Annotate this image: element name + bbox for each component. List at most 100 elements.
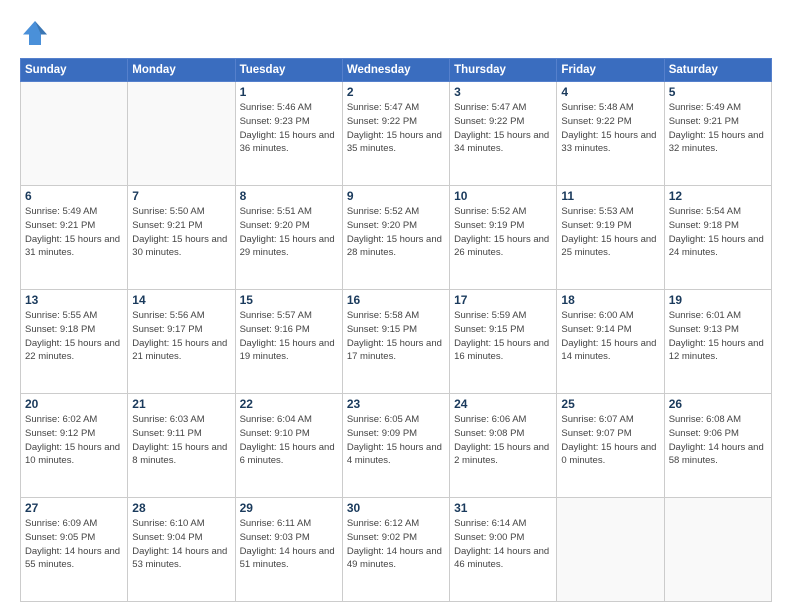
day-info: Sunrise: 6:01 AMSunset: 9:13 PMDaylight:…	[669, 309, 767, 364]
calendar-cell: 24 Sunrise: 6:06 AMSunset: 9:08 PMDayligh…	[450, 394, 557, 498]
calendar-cell: 2 Sunrise: 5:47 AMSunset: 9:22 PMDaylight…	[342, 82, 449, 186]
day-info: Sunrise: 6:10 AMSunset: 9:04 PMDaylight:…	[132, 517, 230, 572]
day-number: 23	[347, 397, 445, 411]
day-number: 5	[669, 85, 767, 99]
day-info: Sunrise: 6:05 AMSunset: 9:09 PMDaylight:…	[347, 413, 445, 468]
day-number: 12	[669, 189, 767, 203]
calendar-cell	[21, 82, 128, 186]
day-number: 29	[240, 501, 338, 515]
day-info: Sunrise: 6:07 AMSunset: 9:07 PMDaylight:…	[561, 413, 659, 468]
day-info: Sunrise: 6:14 AMSunset: 9:00 PMDaylight:…	[454, 517, 552, 572]
day-number: 21	[132, 397, 230, 411]
day-number: 22	[240, 397, 338, 411]
day-number: 26	[669, 397, 767, 411]
calendar-cell: 1 Sunrise: 5:46 AMSunset: 9:23 PMDaylight…	[235, 82, 342, 186]
calendar-cell: 6 Sunrise: 5:49 AMSunset: 9:21 PMDaylight…	[21, 186, 128, 290]
day-info: Sunrise: 6:12 AMSunset: 9:02 PMDaylight:…	[347, 517, 445, 572]
calendar-cell: 7Sunrise: 5:50 AMSunset: 9:21 PMDaylight…	[128, 186, 235, 290]
calendar-cell: 26 Sunrise: 6:08 AMSunset: 9:06 PMDayligh…	[664, 394, 771, 498]
calendar-cell: 29 Sunrise: 6:11 AMSunset: 9:03 PMDayligh…	[235, 498, 342, 602]
day-info: Sunrise: 6:02 AMSunset: 9:12 PMDaylight:…	[25, 413, 123, 468]
day-number: 11	[561, 189, 659, 203]
calendar-cell: 12 Sunrise: 5:54 AMSunset: 9:18 PMDayligh…	[664, 186, 771, 290]
calendar-cell: 23 Sunrise: 6:05 AMSunset: 9:09 PMDayligh…	[342, 394, 449, 498]
day-info: Sunrise: 6:06 AMSunset: 9:08 PMDaylight:…	[454, 413, 552, 468]
day-info: Sunrise: 5:48 AMSunset: 9:22 PMDaylight:…	[561, 101, 659, 156]
day-number: 8	[240, 189, 338, 203]
calendar-week-row: 27 Sunrise: 6:09 AMSunset: 9:05 PMDayligh…	[21, 498, 772, 602]
day-number: 6	[25, 189, 123, 203]
day-number: 19	[669, 293, 767, 307]
calendar-header-row: SundayMondayTuesdayWednesdayThursdayFrid…	[21, 59, 772, 82]
calendar-week-row: 1 Sunrise: 5:46 AMSunset: 9:23 PMDaylight…	[21, 82, 772, 186]
day-info: Sunrise: 6:04 AMSunset: 9:10 PMDaylight:…	[240, 413, 338, 468]
col-header-thursday: Thursday	[450, 59, 557, 82]
day-info: Sunrise: 5:54 AMSunset: 9:18 PMDaylight:…	[669, 205, 767, 260]
day-info: Sunrise: 5:56 AMSunset: 9:17 PMDaylight:…	[132, 309, 230, 364]
calendar-cell: 4 Sunrise: 5:48 AMSunset: 9:22 PMDaylight…	[557, 82, 664, 186]
day-info: Sunrise: 5:49 AMSunset: 9:21 PMDaylight:…	[669, 101, 767, 156]
logo-icon	[20, 18, 50, 48]
day-number: 27	[25, 501, 123, 515]
calendar-cell: 27 Sunrise: 6:09 AMSunset: 9:05 PMDayligh…	[21, 498, 128, 602]
calendar-cell: 20 Sunrise: 6:02 AMSunset: 9:12 PMDayligh…	[21, 394, 128, 498]
day-info: Sunrise: 5:50 AMSunset: 9:21 PMDaylight:…	[132, 205, 230, 260]
calendar-cell: 31 Sunrise: 6:14 AMSunset: 9:00 PMDayligh…	[450, 498, 557, 602]
day-number: 2	[347, 85, 445, 99]
calendar-cell: 15Sunrise: 5:57 AMSunset: 9:16 PMDayligh…	[235, 290, 342, 394]
day-number: 24	[454, 397, 552, 411]
day-info: Sunrise: 5:49 AMSunset: 9:21 PMDaylight:…	[25, 205, 123, 260]
calendar-cell	[128, 82, 235, 186]
col-header-friday: Friday	[557, 59, 664, 82]
calendar-cell: 14 Sunrise: 5:56 AMSunset: 9:17 PMDayligh…	[128, 290, 235, 394]
day-number: 1	[240, 85, 338, 99]
calendar-week-row: 13Sunrise: 5:55 AMSunset: 9:18 PMDayligh…	[21, 290, 772, 394]
calendar-week-row: 6 Sunrise: 5:49 AMSunset: 9:21 PMDaylight…	[21, 186, 772, 290]
day-info: Sunrise: 6:08 AMSunset: 9:06 PMDaylight:…	[669, 413, 767, 468]
col-header-saturday: Saturday	[664, 59, 771, 82]
calendar-cell: 8Sunrise: 5:51 AMSunset: 9:20 PMDaylight…	[235, 186, 342, 290]
day-info: Sunrise: 5:52 AMSunset: 9:19 PMDaylight:…	[454, 205, 552, 260]
logo	[20, 18, 54, 48]
day-number: 16	[347, 293, 445, 307]
day-info: Sunrise: 6:09 AMSunset: 9:05 PMDaylight:…	[25, 517, 123, 572]
calendar-cell: 28 Sunrise: 6:10 AMSunset: 9:04 PMDayligh…	[128, 498, 235, 602]
header	[20, 18, 772, 48]
day-number: 9	[347, 189, 445, 203]
calendar-cell: 17 Sunrise: 5:59 AMSunset: 9:15 PMDayligh…	[450, 290, 557, 394]
calendar-cell: 25 Sunrise: 6:07 AMSunset: 9:07 PMDayligh…	[557, 394, 664, 498]
day-info: Sunrise: 5:58 AMSunset: 9:15 PMDaylight:…	[347, 309, 445, 364]
calendar-cell: 13Sunrise: 5:55 AMSunset: 9:18 PMDayligh…	[21, 290, 128, 394]
page: SundayMondayTuesdayWednesdayThursdayFrid…	[0, 0, 792, 612]
day-number: 13	[25, 293, 123, 307]
day-number: 20	[25, 397, 123, 411]
day-number: 4	[561, 85, 659, 99]
day-number: 31	[454, 501, 552, 515]
col-header-sunday: Sunday	[21, 59, 128, 82]
day-number: 14	[132, 293, 230, 307]
day-info: Sunrise: 6:03 AMSunset: 9:11 PMDaylight:…	[132, 413, 230, 468]
day-number: 25	[561, 397, 659, 411]
calendar-cell: 3 Sunrise: 5:47 AMSunset: 9:22 PMDaylight…	[450, 82, 557, 186]
day-number: 28	[132, 501, 230, 515]
calendar-cell: 11 Sunrise: 5:53 AMSunset: 9:19 PMDayligh…	[557, 186, 664, 290]
day-number: 18	[561, 293, 659, 307]
day-info: Sunrise: 5:47 AMSunset: 9:22 PMDaylight:…	[454, 101, 552, 156]
calendar-cell: 18 Sunrise: 6:00 AMSunset: 9:14 PMDayligh…	[557, 290, 664, 394]
col-header-tuesday: Tuesday	[235, 59, 342, 82]
calendar-cell: 10Sunrise: 5:52 AMSunset: 9:19 PMDayligh…	[450, 186, 557, 290]
day-info: Sunrise: 5:59 AMSunset: 9:15 PMDaylight:…	[454, 309, 552, 364]
day-number: 15	[240, 293, 338, 307]
calendar-cell: 9Sunrise: 5:52 AMSunset: 9:20 PMDaylight…	[342, 186, 449, 290]
day-info: Sunrise: 5:46 AMSunset: 9:23 PMDaylight:…	[240, 101, 338, 156]
calendar-cell: 30 Sunrise: 6:12 AMSunset: 9:02 PMDayligh…	[342, 498, 449, 602]
calendar-cell: 19 Sunrise: 6:01 AMSunset: 9:13 PMDayligh…	[664, 290, 771, 394]
day-info: Sunrise: 6:00 AMSunset: 9:14 PMDaylight:…	[561, 309, 659, 364]
day-info: Sunrise: 5:53 AMSunset: 9:19 PMDaylight:…	[561, 205, 659, 260]
day-number: 30	[347, 501, 445, 515]
day-number: 3	[454, 85, 552, 99]
day-info: Sunrise: 6:11 AMSunset: 9:03 PMDaylight:…	[240, 517, 338, 572]
calendar-cell: 21 Sunrise: 6:03 AMSunset: 9:11 PMDayligh…	[128, 394, 235, 498]
day-number: 17	[454, 293, 552, 307]
day-info: Sunrise: 5:47 AMSunset: 9:22 PMDaylight:…	[347, 101, 445, 156]
